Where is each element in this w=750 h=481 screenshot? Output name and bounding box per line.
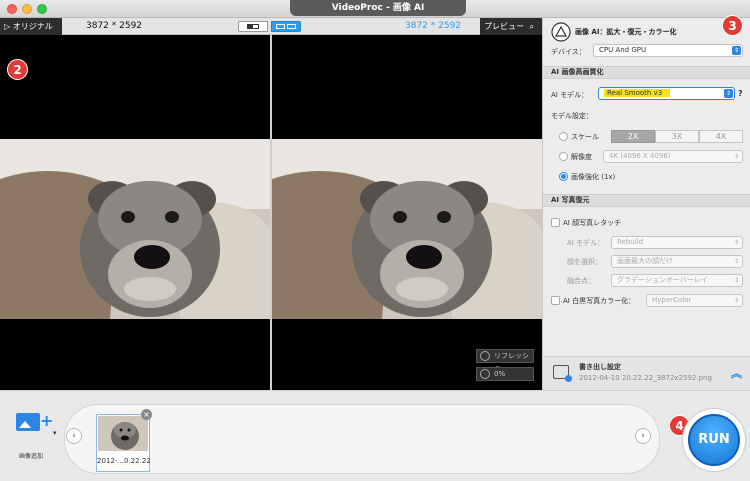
refresh-icon — [480, 351, 490, 361]
bottom-bar: + ▾ 画像追加 ‹ › 2012-...0.22.22 × 4 RUN — [0, 390, 750, 481]
scale-label: スケール — [571, 133, 599, 141]
chevron-updown-icon: ⇕ — [733, 153, 740, 160]
chevron-updown-icon: ⇕ — [733, 239, 740, 246]
progress-indicator: 0% — [476, 367, 534, 381]
resolution-radio[interactable] — [559, 152, 568, 161]
colorize-select[interactable]: HyperColor ⇕ — [646, 294, 743, 307]
settings-panel: 画像 AI：拡大・復元・カラー化 3 デバイス： CPU And GPU ⇕ A… — [542, 15, 750, 390]
panel-title: 画像 AI：拡大・復元・カラー化 — [575, 28, 677, 36]
resolution-select[interactable]: 4K (4096 X 4096) ⇕ — [603, 150, 743, 163]
side-by-side-icon-right — [287, 24, 296, 29]
colorize-value: HyperColor — [652, 296, 692, 304]
chevron-updown-icon: ⇕ — [733, 277, 740, 284]
export-path: 2012-04-10 20.22.22_3872x2592.png — [579, 374, 712, 382]
model-label: AI モデル： — [551, 91, 589, 99]
original-image-pane[interactable]: 2 — [0, 35, 270, 390]
section-enhance-header: AI 画像高画質化 — [543, 66, 750, 79]
face-select-select[interactable]: 画面最大の顔だけ ⇕ — [611, 255, 743, 268]
preview-area: ▷ オリジナル 3872 * 2592 3872 * 2592 プレビュー ⌕ — [0, 18, 542, 390]
chevron-updown-icon: ⇕ — [733, 258, 740, 265]
blend-label: 融合点： — [567, 277, 595, 285]
chevron-updown-icon: ⇕ — [733, 297, 740, 304]
zoom-window-button[interactable] — [37, 4, 47, 14]
colorize-checkbox[interactable] — [551, 296, 560, 305]
minimize-window-button[interactable] — [22, 4, 32, 14]
scale-2x-button[interactable]: 2X — [611, 130, 655, 143]
device-select[interactable]: CPU And GPU ⇕ — [593, 44, 743, 57]
window-title: VideoProc - 画像 AI — [290, 0, 466, 16]
model-settings-label: モデル設定： — [551, 112, 593, 120]
image-ai-logo-icon — [551, 22, 571, 42]
side-by-side-icon — [276, 24, 285, 29]
add-image-button[interactable]: + ▾ 画像追加 — [10, 407, 60, 460]
scale-radio[interactable] — [559, 132, 568, 141]
face-retouch-checkbox[interactable] — [551, 218, 560, 227]
face-retouch-label: AI 顔写真レタッチ — [563, 219, 622, 227]
device-label: デバイス： — [551, 48, 586, 56]
section-restore-header: AI 写真復元 — [543, 194, 750, 207]
resolution-label: 解像度 — [571, 153, 592, 161]
original-resolution: 3872 * 2592 — [86, 21, 143, 31]
step-3-badge: 3 — [722, 15, 743, 36]
close-icon[interactable]: × — [141, 409, 152, 420]
output-image-pane[interactable] — [272, 35, 542, 390]
model-help-icon[interactable]: ? — [738, 89, 743, 98]
thumbnail-label: 2012-...0.22.22 — [97, 457, 151, 465]
image-tray — [64, 404, 660, 474]
original-dog-photo — [0, 139, 270, 319]
ai-model-value: Real Smooth v3 — [604, 89, 671, 97]
scale-4x-button[interactable]: 4X — [699, 130, 743, 143]
ai-model-select[interactable]: Real Smooth v3 ⇕ — [598, 87, 735, 100]
tray-next-button[interactable]: › — [635, 428, 651, 444]
tray-prev-button[interactable]: ‹ — [66, 428, 82, 444]
face-select-label: 顔を選択： — [567, 258, 602, 266]
export-title: 書き出し設定 — [579, 363, 621, 371]
resolution-value: 4K (4096 X 4096) — [609, 152, 671, 160]
image-thumbnail[interactable]: 2012-...0.22.22 × — [96, 409, 152, 472]
chevron-updown-icon: ⇕ — [724, 89, 733, 98]
enhance-label: 画像強化 (1x) — [571, 173, 616, 181]
enhance-radio[interactable] — [559, 172, 568, 181]
search-icon: ⌕ — [529, 22, 535, 31]
close-window-button[interactable] — [7, 4, 17, 14]
preview-header: ▷ オリジナル 3872 * 2592 3872 * 2592 プレビュー ⌕ — [0, 18, 542, 35]
split-view-icon — [247, 24, 259, 29]
export-settings-bar[interactable]: 書き出し設定 2012-04-10 20.22.22_3872x2592.png… — [543, 356, 750, 390]
face-model-label: AI モデル： — [567, 239, 605, 247]
caret-down-icon[interactable]: ▾ — [53, 429, 57, 437]
refresh-button[interactable]: リフレッシュ — [476, 349, 534, 372]
step-2-badge: 2 — [7, 59, 28, 80]
original-tab[interactable]: ▷ オリジナル — [0, 18, 62, 35]
colorize-label: AI 白黒写真カラー化： — [563, 297, 636, 305]
split-view-button[interactable] — [238, 21, 268, 32]
scale-3x-button[interactable]: 3X — [655, 130, 699, 143]
blend-select[interactable]: グラデーションオーバーレイ ⇕ — [611, 274, 743, 287]
face-model-select[interactable]: Rebuild ⇕ — [611, 236, 743, 249]
title-bar: VideoProc - 画像 AI — [0, 0, 750, 18]
side-by-side-view-button[interactable] — [271, 21, 301, 32]
export-settings-icon — [553, 365, 572, 382]
face-model-value: Rebuild — [617, 238, 644, 246]
chevron-updown-icon: ⇕ — [732, 46, 741, 55]
image-icon — [16, 413, 40, 431]
output-resolution: 3872 * 2592 — [405, 21, 462, 31]
add-image-label: 画像追加 — [19, 453, 44, 460]
run-button-ring: RUN — [682, 408, 746, 472]
run-button[interactable]: RUN — [688, 414, 740, 466]
thumbnail-dog-image — [98, 416, 148, 451]
blend-value: グラデーションオーバーレイ — [617, 276, 708, 284]
progress-label: 0% — [494, 370, 506, 378]
progress-icon — [480, 369, 490, 379]
output-dog-photo — [272, 139, 542, 319]
chevron-up-icon[interactable]: ︽ — [731, 365, 742, 381]
device-value: CPU And GPU — [599, 46, 647, 54]
preview-tab-label: プレビュー — [484, 22, 524, 31]
face-select-value: 画面最大の顔だけ — [617, 257, 673, 265]
plus-icon: + — [40, 411, 54, 430]
preview-tab[interactable]: プレビュー ⌕ — [480, 18, 542, 35]
